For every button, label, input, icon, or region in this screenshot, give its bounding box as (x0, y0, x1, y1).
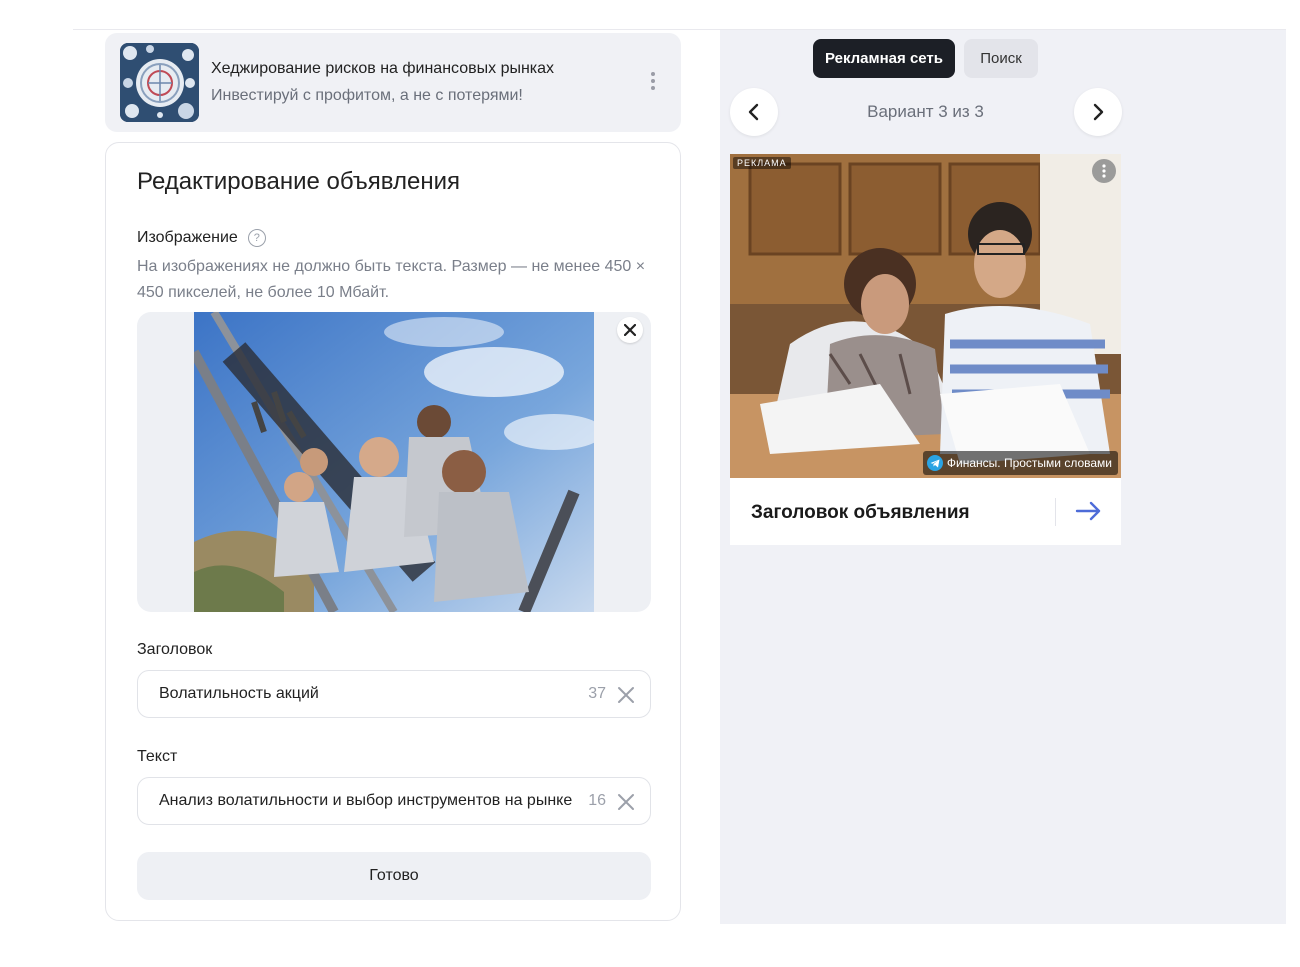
campaign-logo (120, 43, 199, 122)
done-button[interactable]: Готово (137, 852, 651, 900)
tab-search[interactable]: Поиск (964, 39, 1038, 78)
tab-ad-network[interactable]: Рекламная сеть (813, 39, 955, 78)
help-icon[interactable]: ? (247, 229, 266, 247)
clear-headline-icon[interactable] (616, 685, 636, 705)
remove-image-button[interactable] (617, 317, 643, 343)
ad-preview-panel: Рекламная сеть Поиск Вариант 3 из 3 РЕКЛ… (720, 30, 1286, 924)
ad-source-name: Финансы. Простыми словами (946, 456, 1112, 470)
image-label-row: Изображение ? (137, 229, 266, 247)
ad-image-stressed-couple (730, 154, 1121, 478)
variant-counter: Вариант 3 из 3 (867, 102, 984, 121)
headline-char-counter: 37 (588, 685, 606, 702)
text-char-counter: 16 (588, 792, 606, 809)
ad-source-badge: Финансы. Простыми словами (922, 451, 1118, 475)
edit-ad-form: Редактирование объявления Изображение ? … (105, 142, 681, 921)
campaign-header: Хеджирование рисков на финансовых рынках… (105, 33, 681, 132)
form-title: Редактирование объявления (137, 168, 460, 195)
text-label: Текст (137, 748, 178, 765)
close-icon (624, 324, 636, 336)
ad-more-icon[interactable] (1092, 159, 1116, 183)
clear-text-icon[interactable] (616, 792, 636, 812)
ad-label-badge: РЕКЛАМА (733, 157, 791, 169)
headline-label: Заголовок (137, 641, 213, 658)
campaign-title: Хеджирование рисков на финансовых рынках (211, 60, 555, 77)
text-input[interactable]: Анализ волатильности и выбор инструменто… (137, 777, 651, 825)
ad-preview-card[interactable]: РЕКЛАМА Финансы. Простыми словами Заголо… (730, 154, 1121, 545)
headline-input[interactable]: Волатильность акций 37 (137, 670, 651, 718)
more-options-icon[interactable] (645, 69, 661, 97)
ad-image-rollercoaster (194, 312, 594, 612)
image-upload-preview (137, 312, 651, 612)
image-label: Изображение (137, 229, 238, 246)
headline-value[interactable]: Волатильность акций (159, 685, 579, 703)
text-value[interactable]: Анализ волатильности и выбор инструменто… (159, 792, 579, 810)
image-hint: На изображениях не должно быть текста. Р… (137, 258, 646, 301)
campaign-subtitle: Инвестируй с профитом, а не с потерями! (211, 87, 523, 104)
arrow-right-icon[interactable] (1074, 499, 1104, 523)
next-variant-button[interactable] (1074, 88, 1122, 136)
ad-headline: Заголовок объявления (751, 502, 970, 523)
telegram-icon (926, 455, 943, 471)
ad-divider (1055, 498, 1056, 526)
chevron-right-icon (1093, 103, 1104, 121)
